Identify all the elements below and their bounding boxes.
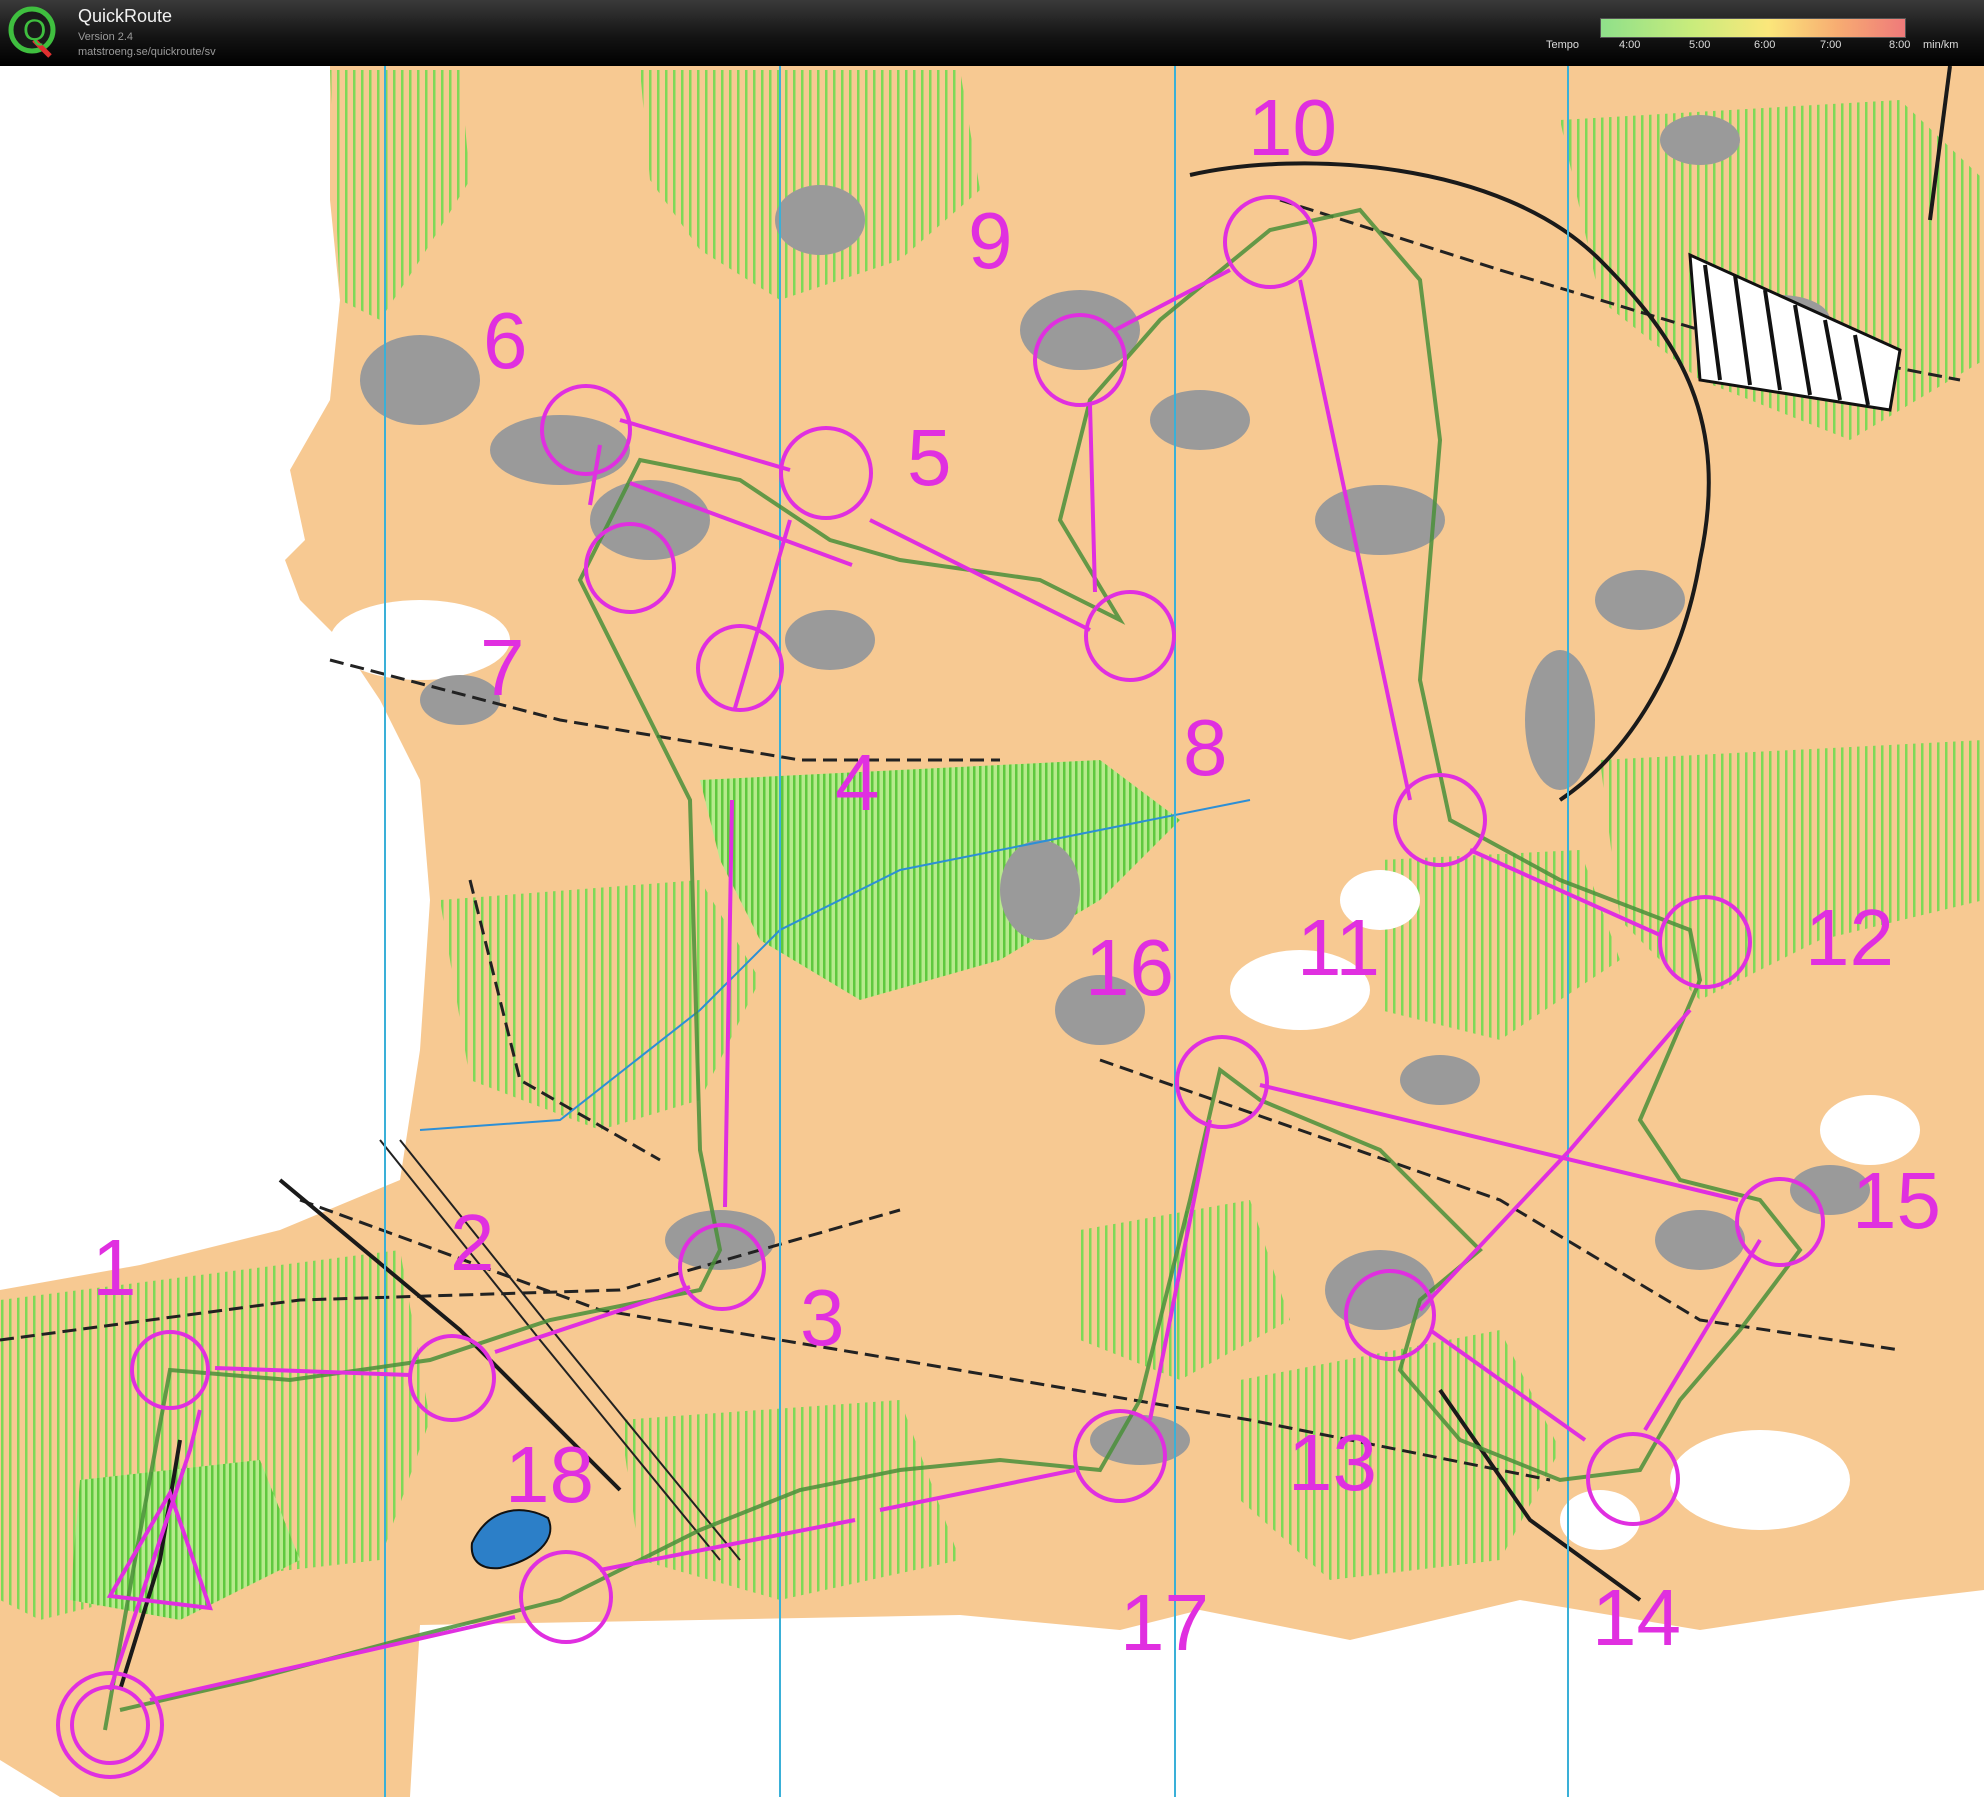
tempo-tick: 4:00 (1619, 39, 1641, 51)
control-number-1: 1 (92, 1223, 137, 1312)
control-number-10: 10 (1248, 83, 1337, 172)
orienteering-map[interactable]: 1 2 3 4 5 6 7 8 9 10 11 12 13 14 15 16 1… (0, 66, 1984, 1797)
control-number-5: 5 (907, 413, 952, 502)
control-number-15: 15 (1852, 1156, 1941, 1245)
control-number-16: 16 (1085, 923, 1174, 1012)
app-version: Version 2.4 (78, 31, 134, 43)
quickroute-logo-icon: Q (8, 6, 56, 58)
tempo-tick: 5:00 (1689, 39, 1711, 51)
tempo-tick: 6:00 (1754, 39, 1776, 51)
control-number-14: 14 (1592, 1573, 1681, 1662)
control-number-13: 13 (1288, 1418, 1377, 1507)
control-number-12: 12 (1805, 893, 1894, 982)
control-number-4: 4 (835, 738, 880, 827)
app-name: QuickRoute (78, 6, 173, 26)
control-number-3: 3 (800, 1273, 845, 1362)
tempo-label: Tempo (1546, 39, 1580, 51)
control-number-7: 7 (480, 623, 525, 712)
tempo-color-scale (1600, 18, 1906, 38)
control-number-8: 8 (1183, 703, 1228, 792)
control-number-2: 2 (450, 1198, 495, 1287)
tempo-unit: min/km (1923, 39, 1959, 51)
control-number-6: 6 (483, 296, 528, 385)
title-bar: Q QuickRoute Version 2.4 matstroeng.se/q… (0, 0, 1984, 66)
tempo-tick: 7:00 (1820, 39, 1842, 51)
control-number-18: 18 (505, 1430, 594, 1519)
control-number-17: 17 (1120, 1578, 1209, 1667)
control-number-9: 9 (968, 196, 1013, 285)
tempo-tick: 8:00 (1889, 39, 1911, 51)
logo-letter: Q (23, 14, 46, 47)
app-url: matstroeng.se/quickroute/sv (78, 46, 216, 58)
control-number-11: 11 (1297, 903, 1380, 992)
